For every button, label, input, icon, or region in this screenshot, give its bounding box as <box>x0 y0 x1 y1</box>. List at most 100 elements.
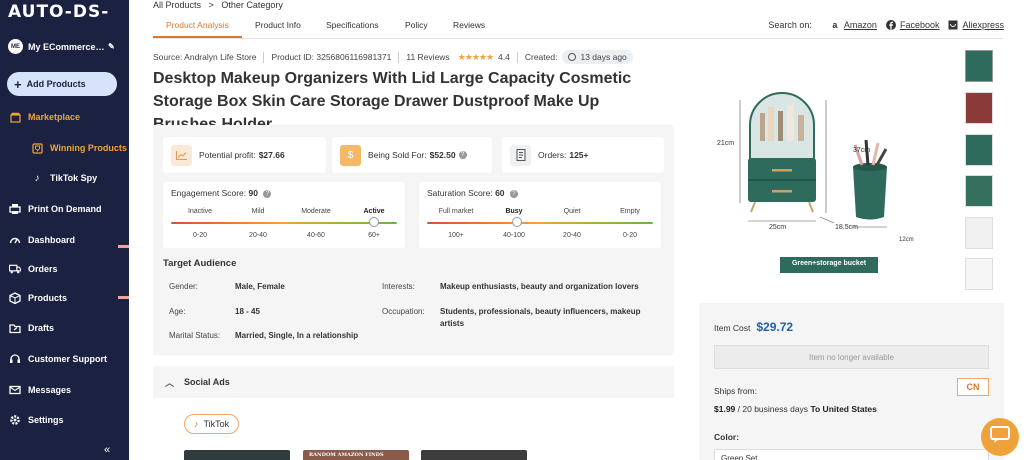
add-products-button[interactable]: + Add Products <box>7 72 117 96</box>
sidebar-item-label: Orders <box>28 264 58 274</box>
sidebar-item-label: Products <box>28 293 68 303</box>
occupation-value: Students, professionals, beauty influenc… <box>440 307 641 328</box>
sidebar-item-print-on-demand[interactable]: Print On Demand <box>9 203 102 215</box>
sidebar-item-label: Print On Demand <box>28 204 102 214</box>
sidebar-item-settings[interactable]: Settings <box>9 414 64 426</box>
tab-product-info[interactable]: Product Info <box>255 20 301 30</box>
breadcrumb-separator: > <box>208 0 214 10</box>
product-main-image[interactable]: 21cm 37cm 25cm 18.5cm 12cm Green+storage… <box>710 85 914 280</box>
facebook-link-text: Facebook <box>899 20 940 30</box>
truck-icon <box>9 263 21 275</box>
video-ad-thumbnail[interactable] <box>184 450 290 460</box>
item-cost-value: $29.72 <box>756 320 794 334</box>
engagement-level-label: Mild <box>251 208 265 215</box>
social-ads-section-header[interactable]: ︿ Social Ads <box>153 366 674 398</box>
edit-icon[interactable]: ✎ <box>108 42 115 51</box>
add-products-label: Add Products <box>26 79 86 89</box>
tab-specifications[interactable]: Specifications <box>326 20 378 30</box>
sidebar-item-products[interactable]: Products <box>9 292 67 304</box>
search-on: Search on: a Amazon Facebook Aliexpress <box>768 20 1004 30</box>
ships-from-label: Ships from: <box>714 386 757 396</box>
search-on-label: Search on: <box>768 20 812 30</box>
breadcrumb-all-products[interactable]: All Products <box>153 0 201 10</box>
rating-stars: ★★★★★ <box>457 51 494 62</box>
shipping-destination: To United States <box>810 404 877 414</box>
purchase-panel: Item Cost $29.72 Item no longer availabl… <box>699 303 1004 460</box>
chat-button[interactable] <box>981 418 1019 456</box>
help-icon[interactable]: ? <box>509 189 518 198</box>
target-audience-title: Target Audience <box>163 258 237 269</box>
mail-icon <box>9 384 21 396</box>
breadcrumb: All Products > Other Category <box>153 0 288 10</box>
engagement-scale-bar <box>171 222 397 224</box>
sidebar-item-orders[interactable]: Orders <box>9 263 58 275</box>
engagement-range: 60+ <box>368 232 380 239</box>
saturation-value: 60 <box>495 188 505 198</box>
store-selector[interactable]: ME My ECommerce St... ✎ <box>8 39 115 54</box>
saturation-level-label: Busy <box>505 208 523 215</box>
marital-label: Marital Status: <box>169 331 221 340</box>
sidebar-item-marketplace[interactable]: Marketplace <box>9 111 80 123</box>
saturation-score-card: Saturation Score: 60 ? Full market Busy … <box>419 182 661 248</box>
saturation-level-label: Empty <box>620 208 640 215</box>
sidebar-item-tiktok-spy[interactable]: ♪ TikTok Spy <box>31 172 98 184</box>
sidebar-item-messages[interactable]: Messages <box>9 384 71 396</box>
product-id: Product ID: 3256806116981371 <box>271 52 392 62</box>
image-thumbnail[interactable] <box>965 175 993 207</box>
sidebar-item-label: TikTok Spy <box>50 173 98 183</box>
image-thumbnail[interactable] <box>965 50 993 82</box>
tab-reviews[interactable]: Reviews <box>453 20 485 30</box>
image-thumbnail[interactable] <box>965 92 993 124</box>
saturation-label: Saturation Score: <box>427 188 493 198</box>
source-store: Source: Andralyn Life Store <box>153 52 257 62</box>
aliexpress-icon <box>948 20 958 30</box>
item-cost-label: Item Cost <box>714 323 751 333</box>
facebook-link[interactable]: Facebook <box>885 20 940 30</box>
sidebar-item-customer-support[interactable]: Customer Support <box>9 353 107 365</box>
drafts-icon <box>9 322 21 334</box>
sold-for-card: $ Being Sold For: $52.50 ? <box>332 137 492 173</box>
image-thumbnail[interactable] <box>965 258 993 290</box>
collapse-sidebar-button[interactable]: « <box>104 444 110 456</box>
video-ad-thumbnail[interactable] <box>421 450 527 460</box>
color-select[interactable]: Green Set <box>714 449 989 460</box>
shipping-info: $1.99 / 20 business days To United State… <box>714 404 877 414</box>
dimension-label: 18.5cm <box>835 224 858 231</box>
sidebar: AUTO-DS- ME My ECommerce St... ✎ + Add P… <box>0 0 129 460</box>
box-icon <box>9 292 21 304</box>
orders-card: Orders: 125+ <box>502 137 664 173</box>
analysis-panel: Potential profit: $27.66 $ Being Sold Fo… <box>153 125 674 355</box>
dimension-label: 21cm <box>717 140 735 147</box>
engagement-range: 40-60 <box>307 232 325 239</box>
breadcrumb-category[interactable]: Other Category <box>221 0 283 10</box>
tiktok-icon: ♪ <box>194 419 199 429</box>
help-icon[interactable]: ? <box>263 189 272 198</box>
social-ads-title: Social Ads <box>184 377 230 387</box>
image-thumbnail[interactable] <box>965 217 993 249</box>
scroll-marker <box>118 245 129 248</box>
sidebar-item-drafts[interactable]: Drafts <box>9 322 54 334</box>
saturation-range: 100+ <box>448 232 464 239</box>
sidebar-item-label: Dashboard <box>28 235 76 245</box>
print-icon <box>9 203 21 215</box>
amazon-link[interactable]: a Amazon <box>830 20 877 30</box>
aliexpress-link[interactable]: Aliexpress <box>948 20 1004 30</box>
ships-from-country-button[interactable]: CN <box>957 378 989 396</box>
engagement-level-label: Moderate <box>301 208 331 215</box>
image-thumbnail[interactable] <box>965 134 993 166</box>
unavailable-button[interactable]: Item no longer available <box>714 345 989 369</box>
help-icon[interactable]: ? <box>458 151 467 159</box>
sidebar-item-dashboard[interactable]: Dashboard <box>9 234 75 246</box>
video-ad-caption: RANDOM AMAZON FINDS <box>309 452 384 458</box>
item-cost: Item Cost $29.72 <box>714 320 793 334</box>
video-ad-thumbnail[interactable]: RANDOM AMAZON FINDS <box>303 450 409 460</box>
autods-logo: AUTO-DS- <box>8 2 110 22</box>
tab-product-analysis[interactable]: Product Analysis <box>166 20 229 30</box>
color-label: Color: <box>714 432 740 442</box>
shop-icon <box>9 111 21 123</box>
tab-policy[interactable]: Policy <box>405 20 428 30</box>
created-badge: 13 days ago <box>562 50 633 64</box>
tiktok-filter-chip[interactable]: ♪ TikTok <box>184 414 240 434</box>
chevron-up-icon: ︿ <box>165 377 175 388</box>
sidebar-item-winning-products[interactable]: Winning Products <box>31 142 127 154</box>
